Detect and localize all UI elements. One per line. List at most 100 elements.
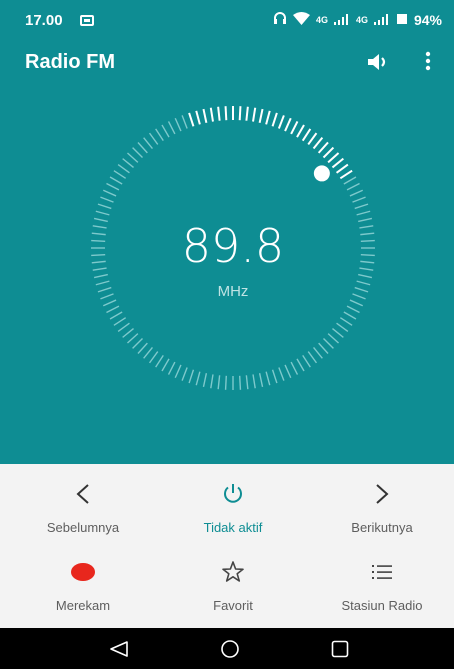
dial-tick bbox=[195, 371, 201, 386]
dial-tick bbox=[155, 128, 164, 142]
dial-tick bbox=[360, 239, 375, 243]
dial-tick bbox=[100, 293, 114, 300]
dial-tick bbox=[258, 373, 264, 388]
dial-tick bbox=[117, 163, 130, 174]
power-label: Tidak aktif bbox=[203, 520, 263, 535]
previous-label: Sebelumnya bbox=[46, 520, 120, 535]
previous-button[interactable]: Sebelumnya bbox=[8, 482, 158, 535]
dial-tick bbox=[265, 110, 271, 125]
recents-icon[interactable] bbox=[330, 639, 350, 664]
dial-tick bbox=[317, 141, 329, 154]
dial-tick bbox=[238, 106, 242, 121]
back-icon[interactable] bbox=[109, 640, 129, 663]
dial-tick bbox=[352, 196, 366, 203]
dial-tick bbox=[271, 369, 278, 384]
dial-tick bbox=[343, 176, 357, 185]
dial-tick bbox=[296, 358, 305, 372]
dial-tick bbox=[91, 260, 106, 264]
dial-tick bbox=[307, 351, 318, 364]
dial-tick bbox=[113, 170, 127, 179]
frequency-unit: MHz bbox=[218, 283, 249, 300]
dial-tick bbox=[202, 108, 208, 124]
tuner-area: 89.8 MHz bbox=[0, 86, 454, 464]
list-icon bbox=[307, 560, 454, 588]
more-vert-icon[interactable] bbox=[424, 51, 432, 76]
dial-tick bbox=[106, 182, 120, 191]
dial-tick bbox=[109, 176, 123, 185]
dial-tick bbox=[359, 225, 374, 229]
dial-tick bbox=[331, 157, 344, 169]
dial-tick bbox=[122, 158, 134, 168]
dial-tick bbox=[148, 132, 159, 145]
notification-icon bbox=[80, 13, 94, 29]
volume-icon[interactable] bbox=[366, 52, 390, 77]
dial-tick bbox=[95, 210, 110, 216]
dial-tick bbox=[188, 112, 195, 127]
dial-tick bbox=[106, 305, 120, 314]
favorite-label: Favorit bbox=[213, 598, 253, 613]
dial-tick bbox=[332, 328, 344, 338]
dial-tick bbox=[127, 152, 139, 163]
dial-tick bbox=[97, 203, 112, 210]
dial-knob bbox=[313, 165, 330, 182]
dial-tick bbox=[322, 146, 335, 159]
dial-tick bbox=[161, 124, 170, 138]
dial-tick bbox=[245, 375, 249, 390]
network-type-1: 4G bbox=[315, 14, 328, 25]
dial-tick bbox=[290, 361, 299, 375]
dial-tick bbox=[360, 253, 375, 257]
dial-tick bbox=[95, 280, 110, 286]
dial-tick bbox=[132, 338, 143, 349]
dial-tick bbox=[217, 106, 221, 121]
tuner-dial[interactable]: 89.8 MHz bbox=[0, 86, 454, 464]
record-button[interactable]: Merekam bbox=[8, 560, 158, 613]
app-title: Radio FM bbox=[25, 51, 115, 73]
dial-tick bbox=[210, 374, 214, 389]
controls-panel: Sebelumnya Tidak aktif Berikutnya Mereka… bbox=[0, 464, 454, 628]
chevron-right-icon bbox=[307, 482, 454, 510]
signal-icon-2 bbox=[373, 12, 390, 28]
dial-tick bbox=[343, 311, 357, 320]
dial-tick bbox=[143, 347, 153, 359]
dial-tick bbox=[313, 347, 323, 359]
dial-tick bbox=[224, 106, 228, 121]
status-time: 17.00 bbox=[25, 12, 63, 29]
dial-tick bbox=[336, 322, 349, 333]
star-icon bbox=[158, 560, 308, 588]
network-type-2: 4G bbox=[355, 14, 368, 25]
dial-tick bbox=[102, 299, 117, 307]
dial-tick bbox=[252, 374, 256, 389]
stations-button[interactable]: Stasiun Radio bbox=[307, 560, 454, 613]
dial-tick bbox=[100, 196, 114, 203]
power-button[interactable]: Tidak aktif bbox=[158, 482, 308, 535]
home-icon[interactable] bbox=[220, 639, 240, 664]
wifi-icon bbox=[292, 11, 310, 28]
next-button[interactable]: Berikutnya bbox=[307, 482, 454, 535]
dial-tick bbox=[181, 115, 188, 129]
dial-tick bbox=[188, 369, 195, 384]
dial-tick bbox=[143, 137, 153, 149]
dial-tick bbox=[349, 299, 364, 307]
dial-tick bbox=[224, 375, 228, 390]
dial-tick bbox=[245, 106, 249, 121]
dial-tick bbox=[132, 147, 143, 158]
battery-icon bbox=[396, 12, 408, 28]
dial-tick bbox=[360, 232, 375, 236]
dial-tick bbox=[137, 142, 148, 154]
dial-tick bbox=[174, 117, 182, 132]
dial-tick bbox=[92, 225, 107, 229]
dial-tick bbox=[238, 375, 242, 390]
dial-tick bbox=[155, 354, 164, 368]
dial-tick bbox=[354, 286, 369, 293]
dial-tick bbox=[161, 358, 170, 372]
dial-tick bbox=[252, 107, 257, 122]
dial-tick bbox=[265, 371, 271, 386]
dial-tick bbox=[301, 128, 312, 142]
dial-tick bbox=[356, 210, 371, 216]
dial-tick bbox=[209, 107, 214, 122]
power-icon bbox=[158, 482, 308, 510]
stations-label: Stasiun Radio bbox=[341, 598, 423, 613]
dial-tick bbox=[217, 375, 221, 390]
favorite-button[interactable]: Favorit bbox=[158, 560, 308, 613]
dial-tick bbox=[93, 217, 108, 223]
